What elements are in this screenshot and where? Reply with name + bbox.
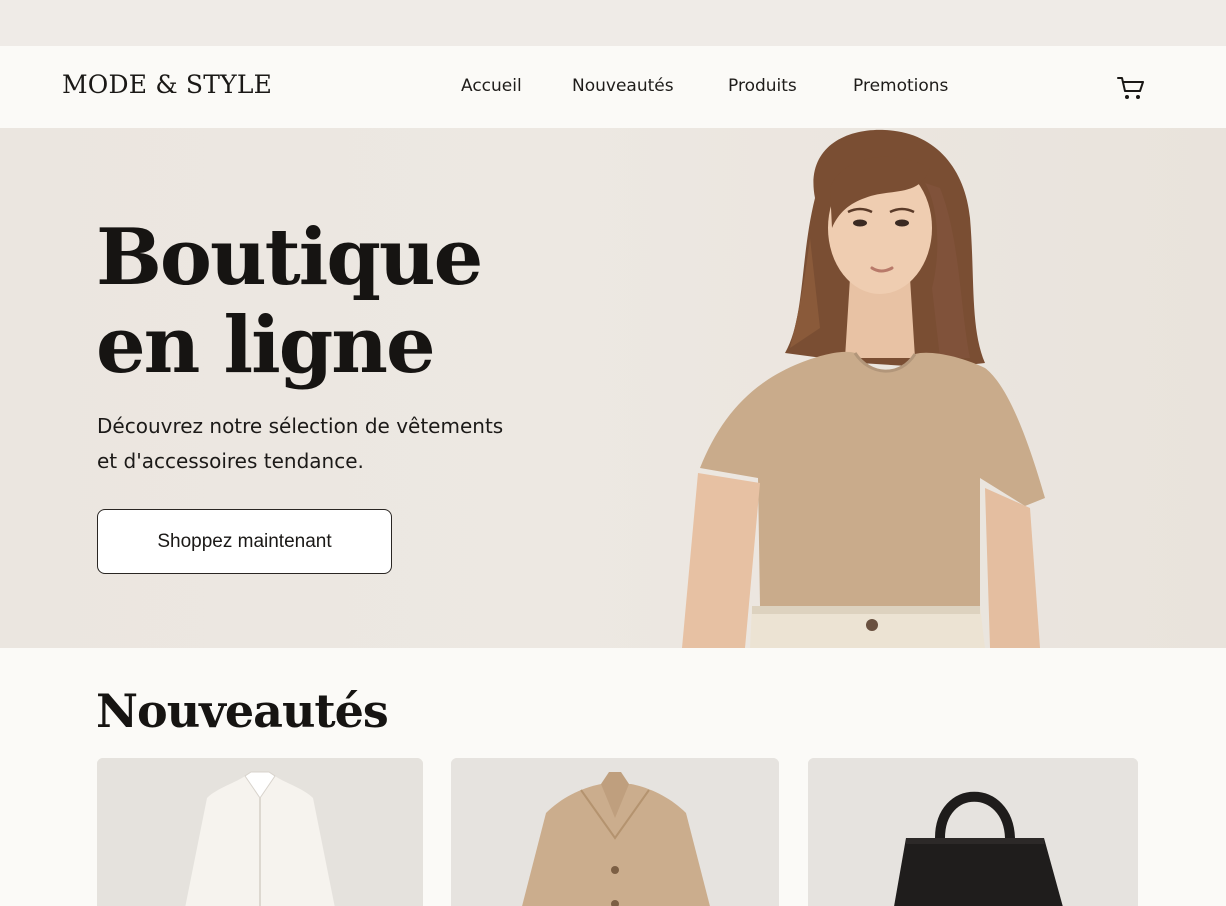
browser-top-strip: [0, 0, 1226, 46]
hero-subtitle-line-2: et d'accessoires tendance.: [97, 449, 364, 473]
hero-title-line-2: en ligne: [96, 300, 436, 391]
hero-title: Boutique en ligne: [96, 212, 483, 391]
brand-logo[interactable]: MODE & STYLE: [62, 70, 272, 99]
hero-banner: Boutique en ligne Découvrez notre sélect…: [0, 128, 1226, 648]
hero-subtitle-line-1: Découvrez notre sélection de vêtements: [97, 414, 504, 438]
nav-link-accueil[interactable]: Accueil: [461, 76, 522, 96]
nav-link-promotions[interactable]: Premotions: [853, 76, 948, 96]
site-header: MODE & STYLE Accueil Nouveautés Produits…: [0, 46, 1226, 128]
product-card-black-handbag[interactable]: [808, 758, 1138, 906]
white-blouse-image: [97, 758, 423, 906]
shop-now-button[interactable]: Shoppez maintenant: [97, 509, 392, 574]
section-title: Nouveautés: [96, 684, 389, 738]
nav-link-nouveautes[interactable]: Nouveautés: [572, 76, 674, 96]
hero-title-line-1: Boutique: [96, 212, 483, 303]
hero-subtitle: Découvrez notre sélection de vêtements e…: [97, 409, 557, 479]
shopping-cart-icon[interactable]: [1116, 74, 1146, 102]
new-arrivals-section: Nouveautés: [0, 648, 1226, 906]
nav-link-produits[interactable]: Produits: [728, 76, 797, 96]
product-card-white-blouse[interactable]: [97, 758, 423, 906]
product-card-beige-coat[interactable]: [451, 758, 779, 906]
black-handbag-image: [808, 758, 1138, 906]
hero-model-image: [682, 129, 1045, 648]
beige-coat-image: [451, 758, 779, 906]
page: MODE & STYLE Accueil Nouveautés Produits…: [0, 0, 1226, 906]
